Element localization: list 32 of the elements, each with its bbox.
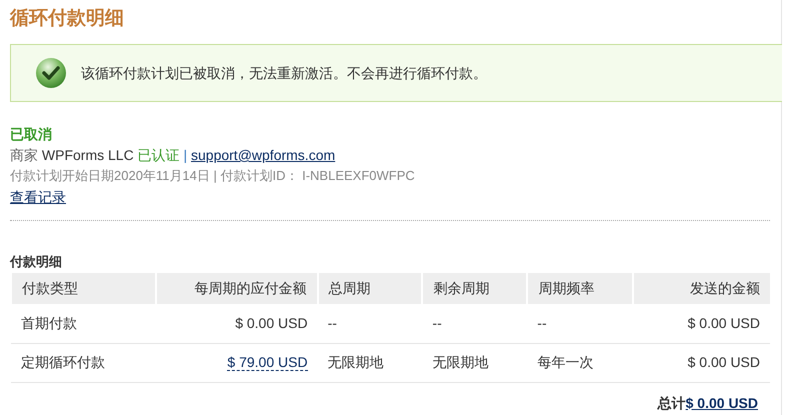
section-heading: 付款明细 [10, 253, 63, 271]
history-link[interactable]: 查看记录 [10, 186, 66, 208]
table-cell: 每年一次 [527, 343, 634, 382]
merchant-name: WPForms LLC [42, 147, 134, 163]
column-header: 每周期的应付金额 [156, 273, 318, 304]
checkmark-icon [35, 57, 67, 89]
table-cell: 无限期地 [318, 343, 422, 382]
page-title: 循环付款明细 [10, 7, 125, 31]
column-header: 发送的金额 [633, 273, 770, 304]
total-amount-link[interactable]: $ 0.00 USD [686, 392, 758, 414]
column-header: 付款类型 [11, 273, 156, 304]
table-cell: -- [422, 304, 528, 343]
table-cell: 首期付款 [11, 304, 156, 343]
plan-info: 付款计划开始日期2020年11月14日 | 付款计划ID： I-NBLEEXF0WFPC [10, 167, 416, 185]
separator: | [183, 147, 188, 163]
table-cell: $ 0.00 USD [156, 304, 318, 343]
total-label: 总计 [658, 394, 686, 412]
table-cell: -- [318, 304, 422, 343]
table-cell: $ 0.00 USD [633, 343, 770, 382]
notice-message: 该循环付款计划已被取消，无法重新激活。不会再进行循环付款。 [81, 64, 487, 82]
merchant-label: 商家 [10, 147, 38, 163]
verified-label: 已认证 [138, 147, 180, 163]
column-header: 周期频率 [527, 273, 634, 304]
column-header: 总周期 [318, 273, 422, 304]
table-cell: -- [527, 304, 634, 343]
table-cell: 定期循环付款 [11, 343, 156, 382]
amount-link[interactable]: $ 79.00 USD [227, 354, 308, 371]
table-cell: $ 0.00 USD [633, 304, 770, 343]
column-header: 剩余周期 [422, 273, 528, 304]
email-link[interactable]: support@wpforms.com [191, 147, 336, 163]
status-label: 已取消 [10, 125, 53, 144]
table-cell: 无限期地 [422, 343, 528, 382]
